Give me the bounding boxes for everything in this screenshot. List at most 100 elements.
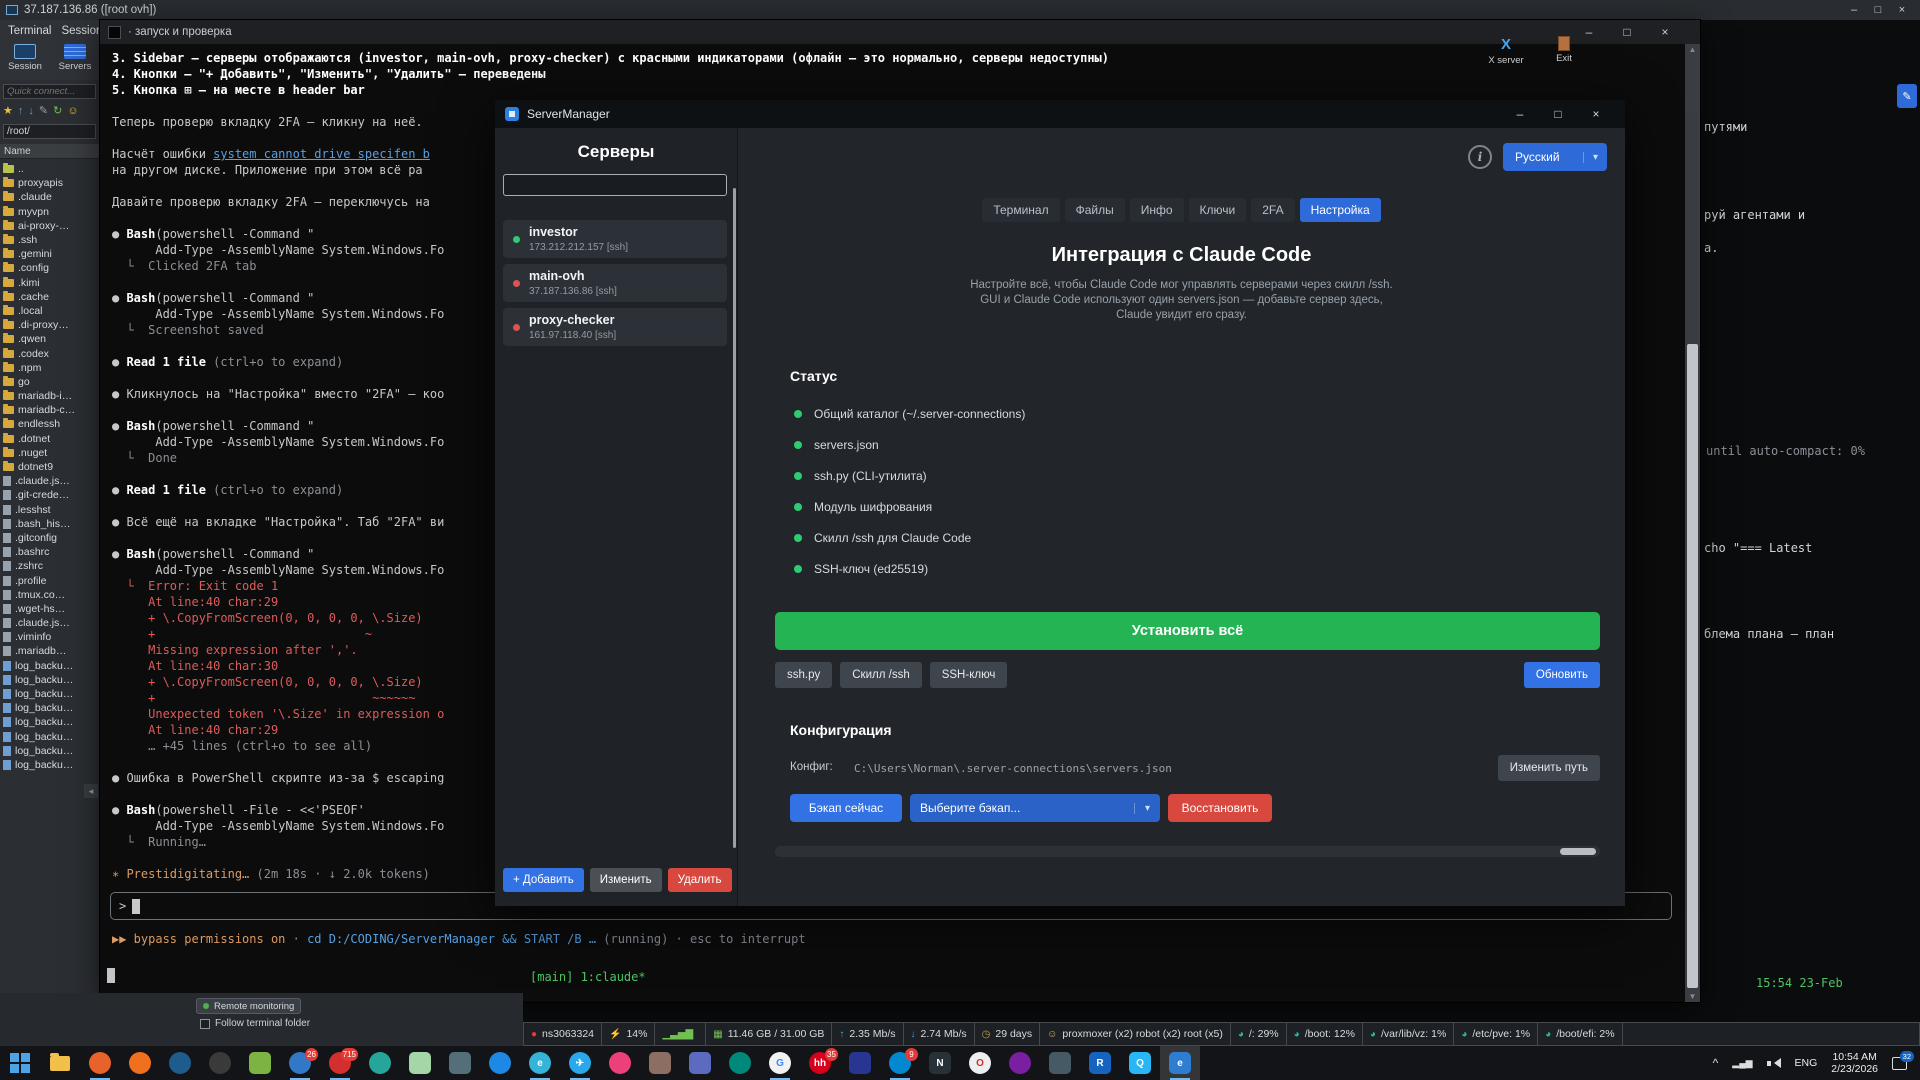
close-button[interactable]: × — [1890, 4, 1914, 16]
server-list-scrollbar[interactable] — [733, 188, 736, 848]
tree-item[interactable]: go — [0, 375, 100, 389]
tree-item[interactable]: log_backu… — [0, 758, 100, 772]
exit-button[interactable]: Exit — [1541, 36, 1587, 66]
scrollbar-thumb[interactable] — [1560, 848, 1596, 855]
tree-item[interactable]: log_backu… — [0, 730, 100, 744]
tree-item[interactable]: .nuget — [0, 446, 100, 460]
taskbar-icon-app-gray[interactable] — [440, 1046, 480, 1080]
clock[interactable]: 10:54 AM 2/23/2026 — [1824, 1046, 1885, 1080]
taskbar-icon-app-dark[interactable] — [200, 1046, 240, 1080]
tree-item[interactable]: .bashrc — [0, 545, 100, 559]
tree-item[interactable]: .claude.js… — [0, 474, 100, 488]
tree-item[interactable]: .gemini — [0, 247, 100, 261]
tree-item[interactable]: .local — [0, 304, 100, 318]
sidebar-tool-icon[interactable]: ↓ — [28, 104, 34, 118]
component-button[interactable]: ssh.py — [775, 662, 832, 688]
maximize-button[interactable]: □ — [1539, 107, 1577, 121]
tree-item[interactable]: .git-crede… — [0, 488, 100, 502]
taskbar-icon-anydesk[interactable]: 715 — [320, 1046, 360, 1080]
taskbar-icon-app-green[interactable] — [720, 1046, 760, 1080]
language-dropdown[interactable]: Русский ▾ — [1503, 143, 1607, 171]
network-icon[interactable]: ▂▄▆ — [1725, 1046, 1759, 1080]
tree-item[interactable]: ai-proxy-… — [0, 219, 100, 233]
tree-item[interactable]: endlessh — [0, 417, 100, 431]
install-all-button[interactable]: Установить всё — [775, 612, 1600, 650]
tree-item[interactable]: .bash_his… — [0, 517, 100, 531]
x-server-button[interactable]: X X server — [1483, 36, 1529, 66]
close-button[interactable]: × — [1577, 107, 1615, 121]
server-list-item[interactable]: investor173.212.212.157 [ssh] — [503, 220, 727, 258]
sidebar-tool-icon[interactable]: ↻ — [53, 104, 62, 118]
tree-item[interactable]: dotnet9 — [0, 460, 100, 474]
taskbar-icon-app-indigo[interactable] — [680, 1046, 720, 1080]
follow-terminal-checkbox[interactable]: Follow terminal folder — [200, 1018, 310, 1029]
server-list-item[interactable]: proxy-checker161.97.118.40 [ssh] — [503, 308, 727, 346]
tab-Ключи[interactable]: Ключи — [1189, 198, 1247, 222]
info-button[interactable]: i — [1468, 145, 1492, 169]
tree-item[interactable]: mariadb-c… — [0, 403, 100, 417]
tree-item[interactable]: proxyapis — [0, 176, 100, 190]
taskbar-icon-notepad[interactable] — [240, 1046, 280, 1080]
edit-server-button[interactable]: Изменить — [590, 868, 662, 892]
taskbar-icon-app-pink[interactable] — [600, 1046, 640, 1080]
maximize-button[interactable]: □ — [1866, 4, 1890, 16]
taskbar-icon-app-pale[interactable] — [400, 1046, 440, 1080]
servers-button[interactable]: Servers — [52, 44, 98, 78]
restore-button[interactable]: Восстановить — [1168, 794, 1272, 822]
tree-item[interactable]: .npm — [0, 361, 100, 375]
taskbar-icon-app-blue[interactable] — [160, 1046, 200, 1080]
close-button[interactable]: × — [1646, 25, 1684, 39]
tree-item[interactable]: log_backu… — [0, 673, 100, 687]
menu-item-terminal[interactable]: Terminal — [8, 25, 51, 37]
taskbar-icon-app-purple[interactable] — [1000, 1046, 1040, 1080]
tree-item[interactable]: .dotnet — [0, 432, 100, 446]
tree-item[interactable]: log_backu… — [0, 715, 100, 729]
taskbar-icon-app-r[interactable]: R — [1080, 1046, 1120, 1080]
tree-item[interactable]: .profile — [0, 573, 100, 587]
servermanager-titlebar[interactable]: ServerManager – □ × — [495, 100, 1625, 128]
taskbar-icon-notion[interactable]: N — [920, 1046, 960, 1080]
tree-item[interactable]: .tmux.co… — [0, 588, 100, 602]
taskbar-icon-app-slate[interactable] — [1040, 1046, 1080, 1080]
taskbar-icon-firefox[interactable] — [120, 1046, 160, 1080]
taskbar-icon-edge-active[interactable]: e — [1160, 1046, 1200, 1080]
taskbar-icon-app-blue2[interactable] — [480, 1046, 520, 1080]
session-button[interactable]: Session — [2, 44, 48, 78]
tree-item[interactable]: .di-proxy… — [0, 318, 100, 332]
taskbar-icon-app-skype[interactable]: 9 — [880, 1046, 920, 1080]
refresh-button[interactable]: Обновить — [1524, 662, 1600, 688]
taskbar-icon-file-explorer[interactable] — [40, 1046, 80, 1080]
tree-item[interactable]: log_backu… — [0, 659, 100, 673]
tree-item[interactable]: .config — [0, 261, 100, 275]
tree-item[interactable]: .claude.js… — [0, 616, 100, 630]
backup-select[interactable]: Выберите бэкап... ▾ — [910, 794, 1160, 822]
tree-item[interactable]: .ssh — [0, 233, 100, 247]
tree-item[interactable]: log_backu… — [0, 701, 100, 715]
scrollbar-thumb[interactable] — [1687, 344, 1698, 988]
taskbar-icon-edge[interactable]: e — [520, 1046, 560, 1080]
path-input[interactable] — [3, 124, 96, 139]
tab-Настройка[interactable]: Настройка — [1300, 198, 1381, 222]
taskbar-icon-telegram[interactable]: ✈ — [560, 1046, 600, 1080]
taskbar-icon-app-navy[interactable] — [840, 1046, 880, 1080]
terminal-titlebar[interactable]: · запуск и проверка – □ × — [100, 20, 1700, 44]
tree-item[interactable]: .kimi — [0, 276, 100, 290]
tree-item[interactable]: .qwen — [0, 332, 100, 346]
hidden-icons-button[interactable]: ^ — [1706, 1046, 1726, 1080]
component-button[interactable]: SSH-ключ — [930, 662, 1008, 688]
sidebar-tool-icon[interactable]: ↑ — [18, 104, 24, 118]
scroll-down-icon[interactable]: ▼ — [1685, 992, 1700, 1001]
sidebar-tool-icon[interactable]: ☺ — [67, 104, 78, 118]
tree-item[interactable]: log_backu… — [0, 687, 100, 701]
tab-Терминал[interactable]: Терминал — [982, 198, 1059, 222]
tree-item[interactable]: myvpn — [0, 205, 100, 219]
tab-Файлы[interactable]: Файлы — [1065, 198, 1125, 222]
volume-icon[interactable] — [1760, 1046, 1788, 1080]
tree-item[interactable]: .mariadb… — [0, 644, 100, 658]
tree-item[interactable]: .cache — [0, 290, 100, 304]
sidebar-tool-icon[interactable]: ✎ — [39, 104, 48, 118]
tree-item[interactable]: .gitconfig — [0, 531, 100, 545]
add-server-button[interactable]: + Добавить — [503, 868, 584, 892]
sidebar-tool-icon[interactable]: ★ — [3, 104, 13, 118]
taskbar-icon-chrome[interactable]: 26 — [280, 1046, 320, 1080]
